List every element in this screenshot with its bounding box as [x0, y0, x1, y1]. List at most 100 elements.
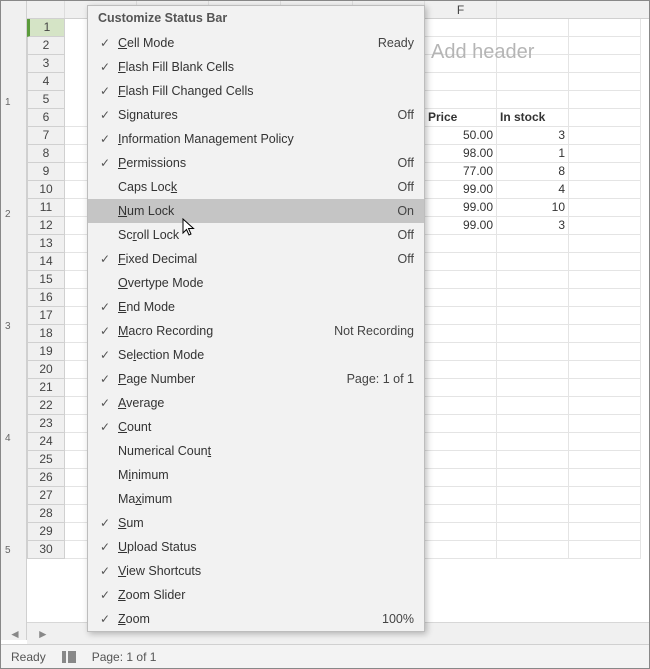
cell[interactable]: [569, 37, 641, 55]
cell[interactable]: [425, 379, 497, 397]
cell[interactable]: [569, 397, 641, 415]
row-header-21[interactable]: 21: [27, 379, 65, 397]
cell[interactable]: 77.00: [425, 163, 497, 181]
cell[interactable]: [425, 19, 497, 37]
cell[interactable]: 99.00: [425, 181, 497, 199]
sheet-nav[interactable]: ◄ ►: [3, 625, 55, 643]
cell[interactable]: [497, 433, 569, 451]
cell[interactable]: [425, 415, 497, 433]
row-header-23[interactable]: 23: [27, 415, 65, 433]
page-layout-icon[interactable]: [62, 651, 76, 663]
menu-item-numerical-count[interactable]: Numerical Count: [88, 439, 424, 463]
row-header-8[interactable]: 8: [27, 145, 65, 163]
cell[interactable]: [497, 235, 569, 253]
row-header-6[interactable]: 6: [27, 109, 65, 127]
row-header-29[interactable]: 29: [27, 523, 65, 541]
cell[interactable]: [569, 469, 641, 487]
cell[interactable]: [425, 253, 497, 271]
row-header-4[interactable]: 4: [27, 73, 65, 91]
menu-item-minimum[interactable]: Minimum: [88, 463, 424, 487]
row-header-12[interactable]: 12: [27, 217, 65, 235]
cell[interactable]: [569, 19, 641, 37]
cell[interactable]: [497, 451, 569, 469]
row-header-18[interactable]: 18: [27, 325, 65, 343]
cell[interactable]: [569, 217, 641, 235]
menu-item-flash-fill-changed-cells[interactable]: ✓Flash Fill Changed Cells: [88, 79, 424, 103]
menu-item-selection-mode[interactable]: ✓Selection Mode: [88, 343, 424, 367]
cell[interactable]: 1: [497, 145, 569, 163]
cell[interactable]: [569, 271, 641, 289]
cell[interactable]: [569, 181, 641, 199]
cell[interactable]: [497, 91, 569, 109]
cell[interactable]: 99.00: [425, 199, 497, 217]
menu-item-permissions[interactable]: ✓PermissionsOff: [88, 151, 424, 175]
cell[interactable]: [569, 343, 641, 361]
cell[interactable]: [569, 199, 641, 217]
sheet-next-button[interactable]: ►: [31, 625, 55, 643]
menu-item-fixed-decimal[interactable]: ✓Fixed DecimalOff: [88, 247, 424, 271]
customize-status-bar-menu[interactable]: Customize Status Bar ✓Cell ModeReady✓Fla…: [87, 5, 425, 632]
add-header-placeholder[interactable]: Add header: [431, 41, 534, 64]
cell[interactable]: [569, 433, 641, 451]
menu-item-page-number[interactable]: ✓Page NumberPage: 1 of 1: [88, 367, 424, 391]
cell[interactable]: [569, 109, 641, 127]
cell[interactable]: [569, 127, 641, 145]
row-header-15[interactable]: 15: [27, 271, 65, 289]
menu-item-maximum[interactable]: Maximum: [88, 487, 424, 511]
cell[interactable]: [569, 145, 641, 163]
cell[interactable]: [497, 487, 569, 505]
cell[interactable]: [497, 271, 569, 289]
row-header-10[interactable]: 10: [27, 181, 65, 199]
cell[interactable]: [497, 397, 569, 415]
cell[interactable]: [497, 415, 569, 433]
cell[interactable]: [425, 469, 497, 487]
row-header-16[interactable]: 16: [27, 289, 65, 307]
cell[interactable]: [425, 91, 497, 109]
cell[interactable]: [569, 451, 641, 469]
cell[interactable]: [497, 361, 569, 379]
cell[interactable]: 50.00: [425, 127, 497, 145]
cell[interactable]: 4: [497, 181, 569, 199]
cell[interactable]: [425, 451, 497, 469]
cell[interactable]: [425, 541, 497, 559]
cell[interactable]: [425, 487, 497, 505]
menu-item-overtype-mode[interactable]: Overtype Mode: [88, 271, 424, 295]
cell[interactable]: [425, 307, 497, 325]
cell[interactable]: [569, 487, 641, 505]
row-header-5[interactable]: 5: [27, 91, 65, 109]
cell[interactable]: [497, 523, 569, 541]
cell[interactable]: [425, 235, 497, 253]
menu-item-view-shortcuts[interactable]: ✓View Shortcuts: [88, 559, 424, 583]
row-header-26[interactable]: 26: [27, 469, 65, 487]
cell[interactable]: 3: [497, 127, 569, 145]
cell[interactable]: [569, 289, 641, 307]
cell[interactable]: [569, 379, 641, 397]
cell[interactable]: [497, 469, 569, 487]
cell[interactable]: 10: [497, 199, 569, 217]
cell[interactable]: [569, 505, 641, 523]
sheet-prev-button[interactable]: ◄: [3, 625, 27, 643]
menu-item-information-management-policy[interactable]: ✓Information Management Policy: [88, 127, 424, 151]
cell[interactable]: [497, 325, 569, 343]
row-header-14[interactable]: 14: [27, 253, 65, 271]
cell[interactable]: [425, 73, 497, 91]
cell[interactable]: In stock: [497, 109, 569, 127]
row-header-30[interactable]: 30: [27, 541, 65, 559]
cell[interactable]: Price: [425, 109, 497, 127]
cell[interactable]: [569, 55, 641, 73]
row-header-25[interactable]: 25: [27, 451, 65, 469]
cell[interactable]: 3: [497, 217, 569, 235]
select-all-corner[interactable]: [27, 1, 65, 18]
menu-item-zoom-slider[interactable]: ✓Zoom Slider: [88, 583, 424, 607]
cell[interactable]: [569, 523, 641, 541]
cell[interactable]: [497, 289, 569, 307]
menu-item-num-lock[interactable]: Num LockOn: [88, 199, 424, 223]
cell[interactable]: [569, 235, 641, 253]
cell[interactable]: [425, 271, 497, 289]
row-header-9[interactable]: 9: [27, 163, 65, 181]
cell[interactable]: [569, 163, 641, 181]
menu-item-sum[interactable]: ✓Sum: [88, 511, 424, 535]
menu-item-macro-recording[interactable]: ✓Macro RecordingNot Recording: [88, 319, 424, 343]
row-header-20[interactable]: 20: [27, 361, 65, 379]
row-header-3[interactable]: 3: [27, 55, 65, 73]
